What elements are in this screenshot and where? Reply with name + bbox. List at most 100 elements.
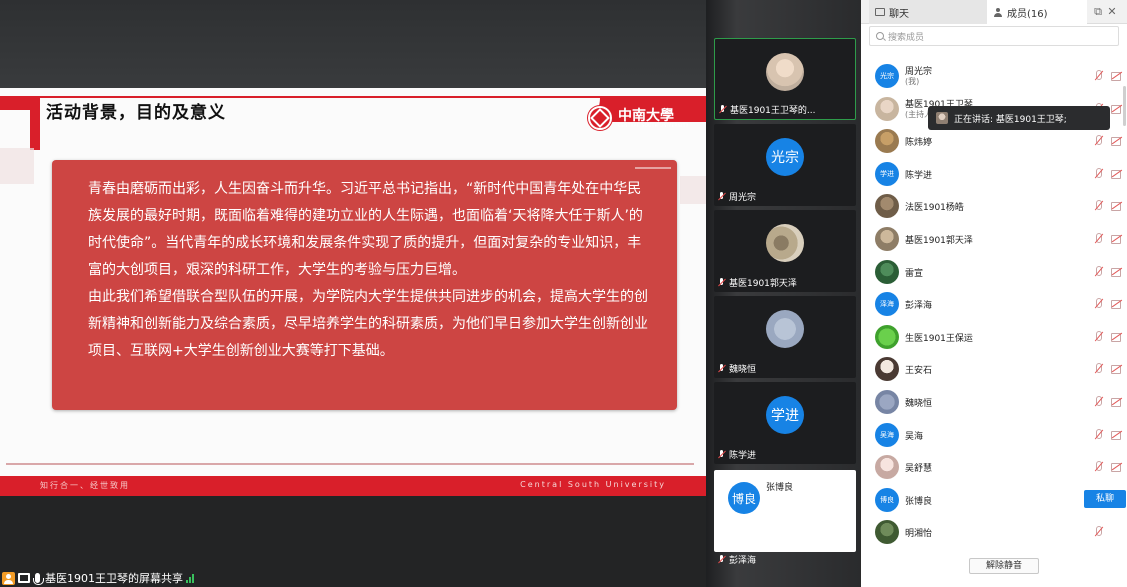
slide-title: 活动背景，目的及意义 xyxy=(46,103,226,123)
camera-off-icon[interactable] xyxy=(1111,364,1122,375)
video-tile[interactable]: 魏晓恒 xyxy=(714,296,856,378)
member-panel: 聊天 成员(16) ⧉ ✕ 搜索成员 光宗 周光宗 (我) 基医1901王卫琴 (主持人… xyxy=(861,0,1127,587)
camera-off-icon[interactable] xyxy=(1111,201,1122,212)
camera-off-icon[interactable] xyxy=(1111,267,1122,277)
microphone-icon xyxy=(33,573,44,585)
screen-share-icon xyxy=(18,573,30,583)
member-row[interactable]: 明湘怡 xyxy=(861,516,1127,548)
member-row[interactable]: 吴舒慧 xyxy=(861,451,1127,483)
member-avatar xyxy=(875,259,899,284)
member-name: 吴舒慧 xyxy=(905,464,933,475)
member-name: 明湘怡 xyxy=(905,529,933,540)
slide-footer-band: 知行合一、经世致用 Central South University xyxy=(0,476,706,496)
member-avatar: 光宗 xyxy=(875,64,899,88)
participant-avatar xyxy=(766,224,804,262)
member-avatar xyxy=(875,357,899,382)
mic-muted-icon xyxy=(717,364,726,373)
private-chat-button[interactable]: 私聊 xyxy=(1084,489,1126,508)
member-avatar xyxy=(875,324,899,349)
chat-icon xyxy=(875,8,885,16)
member-role: (我) xyxy=(905,77,920,86)
member-name: 彭泽海 xyxy=(905,301,933,312)
member-row[interactable]: 生医1901王保运 xyxy=(861,321,1127,353)
mic-muted-icon[interactable] xyxy=(1093,461,1103,473)
tile-label: 周光宗 xyxy=(717,190,756,203)
member-avatar: 学进 xyxy=(875,161,899,186)
member-avatar xyxy=(875,520,899,545)
member-name: 法医1901杨皓 xyxy=(905,203,964,214)
member-avatar xyxy=(875,129,899,154)
camera-off-icon[interactable] xyxy=(1111,136,1122,147)
mic-muted-icon[interactable] xyxy=(1093,233,1103,245)
member-row[interactable]: 吴海 吴海 xyxy=(861,419,1127,451)
mic-muted-icon[interactable] xyxy=(1093,396,1103,408)
camera-off-icon[interactable] xyxy=(1111,169,1122,179)
video-tile[interactable]: 光宗 周光宗 xyxy=(714,124,856,206)
tile-label: 魏晓恒 xyxy=(717,362,756,375)
paragraph-2: 由此我们希望借联合型队伍的开展，为学院内大学生提供共同进步的机会，提高大学生的创… xyxy=(88,289,648,359)
mic-muted-icon[interactable] xyxy=(1093,70,1103,82)
member-row[interactable]: 博良 张博良 私聊 xyxy=(861,484,1127,516)
camera-off-icon[interactable] xyxy=(1111,104,1122,114)
mic-muted-icon[interactable] xyxy=(1093,330,1103,343)
signal-icon xyxy=(186,573,194,583)
member-row[interactable]: 王安石 xyxy=(861,353,1127,385)
video-tile[interactable]: 博良 张博良 彭泽海 xyxy=(714,470,856,566)
tile-name: 基医1901王卫琴的... xyxy=(730,106,816,116)
member-search[interactable]: 搜索成员 xyxy=(869,26,1119,46)
participant-avatar: 学进 xyxy=(766,396,804,434)
participant-avatar xyxy=(766,53,804,91)
mic-muted-icon[interactable] xyxy=(1093,363,1103,375)
presentation-slide: 活动背景，目的及意义 中南大學 CENTRAL SOUTH UNIVERSITY… xyxy=(0,88,706,496)
mic-muted-icon[interactable] xyxy=(1093,428,1103,441)
member-row[interactable]: 基医1901郭天泽 xyxy=(861,223,1127,255)
member-avatar xyxy=(875,390,899,414)
member-row[interactable]: 学进 陈学进 xyxy=(861,158,1127,190)
logo-subtext: CENTRAL SOUTH UNIVERSITY xyxy=(618,122,689,128)
member-row[interactable]: 魏晓恒 xyxy=(861,386,1127,418)
mic-muted-icon xyxy=(717,192,726,201)
member-name: 陈炜婷 xyxy=(905,138,933,149)
camera-off-icon[interactable] xyxy=(1111,299,1122,310)
camera-off-icon[interactable] xyxy=(1111,462,1122,473)
panel-tabs: 聊天 成员(16) ⧉ ✕ xyxy=(861,0,1127,25)
unmute-all-button[interactable]: 解除静音 xyxy=(969,558,1039,574)
close-icon[interactable]: ✕ xyxy=(1105,5,1119,19)
tab-chat[interactable]: 聊天 xyxy=(869,0,987,24)
member-avatar: 泽海 xyxy=(875,292,899,317)
participant-display-name: 张博良 xyxy=(766,483,794,493)
member-avatar: 吴海 xyxy=(875,422,899,447)
member-avatar xyxy=(875,194,899,219)
popout-icon[interactable]: ⧉ xyxy=(1091,5,1105,19)
video-tile[interactable]: 基医1901王卫琴的... xyxy=(714,38,856,120)
member-name: 基医1901郭天泽 xyxy=(905,236,973,246)
camera-off-icon[interactable] xyxy=(1111,332,1122,342)
video-tile[interactable]: 基医1901郭天泽 xyxy=(714,210,856,292)
mic-muted-icon[interactable] xyxy=(1093,526,1103,538)
camera-off-icon[interactable] xyxy=(1111,71,1122,81)
video-tile[interactable]: 学进 陈学进 xyxy=(714,382,856,464)
tile-label: 基医1901郭天泽 xyxy=(717,276,797,289)
mic-muted-icon[interactable] xyxy=(1093,200,1103,212)
speaking-text: 正在讲话: 基医1901王卫琴; xyxy=(954,114,1067,125)
member-name: 吴海 xyxy=(905,431,924,442)
mic-muted-icon[interactable] xyxy=(1093,135,1103,147)
mic-muted-icon[interactable] xyxy=(1093,265,1103,278)
member-row[interactable]: 泽海 彭泽海 xyxy=(861,288,1127,320)
slide-left-stripe xyxy=(30,110,40,150)
tab-chat-label: 聊天 xyxy=(889,8,909,20)
member-name: 魏晓恒 xyxy=(905,399,933,409)
camera-off-icon[interactable] xyxy=(1111,430,1122,440)
member-name: 陈学进 xyxy=(905,170,933,181)
mic-muted-icon[interactable] xyxy=(1093,298,1103,310)
tab-members[interactable]: 成员(16) xyxy=(987,0,1087,25)
camera-off-icon[interactable] xyxy=(1111,397,1122,407)
university-logo: 中南大學 CENTRAL SOUTH UNIVERSITY xyxy=(588,104,689,132)
member-row[interactable]: 雷宣 xyxy=(861,256,1127,288)
camera-off-icon[interactable] xyxy=(1111,234,1122,244)
tile-name: 周光宗 xyxy=(729,193,757,203)
mic-muted-icon[interactable] xyxy=(1093,167,1103,180)
member-row[interactable]: 法医1901杨皓 xyxy=(861,190,1127,222)
member-row[interactable]: 光宗 周光宗 (我) xyxy=(861,60,1127,92)
content-box-rule xyxy=(635,167,671,169)
